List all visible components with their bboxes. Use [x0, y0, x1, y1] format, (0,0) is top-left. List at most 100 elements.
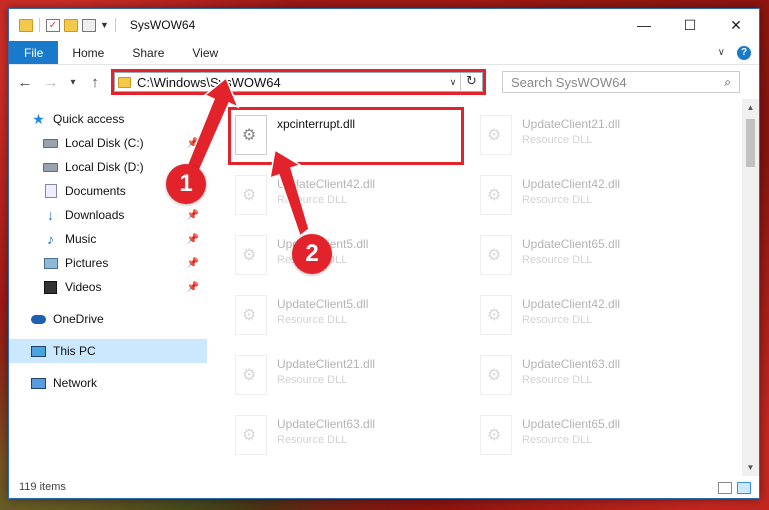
view-switcher: [718, 482, 751, 494]
dll-file-icon: ⚙: [235, 415, 267, 455]
tab-home[interactable]: Home: [58, 41, 118, 64]
back-arrow-icon[interactable]: ←: [15, 74, 35, 91]
quick-access-toolbar: ✓ ▼: [9, 18, 118, 32]
sidebar-item-music[interactable]: ♪ Music 📌: [9, 227, 207, 251]
file-type: Resource DLL: [522, 254, 593, 266]
file-name: UpdateClient5.dll: [277, 297, 369, 311]
close-button[interactable]: ✕: [713, 9, 759, 41]
folder-icon: [19, 18, 33, 32]
pin-icon[interactable]: 📌: [187, 258, 199, 269]
file-name: UpdateClient21.dll: [277, 357, 376, 371]
dll-file-icon: ⚙: [235, 175, 267, 215]
onedrive-icon: [31, 312, 46, 326]
toolbar-divider: [114, 18, 116, 32]
file-type: Resource DLL: [522, 434, 593, 446]
tab-share[interactable]: Share: [118, 41, 178, 64]
sidebar-item-network[interactable]: Network: [9, 371, 207, 395]
drive-icon: [43, 136, 58, 150]
forward-arrow-icon[interactable]: →: [41, 74, 61, 91]
file-type: Resource DLL: [277, 434, 348, 446]
customize-toolbar-icon[interactable]: ▼: [100, 20, 109, 30]
dll-file-icon: ⚙: [480, 235, 512, 275]
this-pc-icon: [31, 344, 46, 358]
file-type: Resource DLL: [522, 194, 593, 206]
sidebar-item-label: This PC: [53, 344, 96, 358]
dll-file-icon: ⚙: [235, 115, 267, 155]
downloads-icon: ↓: [47, 207, 54, 223]
file-item[interactable]: ⚙ UpdateClient42.dll Resource DLL: [231, 167, 476, 227]
properties-icon[interactable]: [82, 18, 96, 32]
file-type: Resource DLL: [277, 194, 348, 206]
callout-step-1: 1: [166, 164, 206, 204]
sidebar-item-quick-access[interactable]: ★ Quick access: [9, 107, 207, 131]
dll-file-icon: ⚙: [480, 295, 512, 335]
tab-view[interactable]: View: [178, 41, 232, 64]
tab-file[interactable]: File: [9, 41, 59, 64]
file-type: Resource DLL: [522, 314, 593, 326]
file-list-pane: ⚙ xpcinterrupt.dll ⚙ UpdateClient21.dll …: [207, 99, 759, 476]
ribbon-tabs: File Home Share View ∨ ?: [9, 41, 759, 65]
file-type: Resource DLL: [522, 134, 593, 146]
main-area: ★ Quick access Local Disk (C:) 📌 Local D…: [9, 99, 759, 476]
file-item[interactable]: ⚙ UpdateClient63.dll Resource DLL: [476, 347, 721, 407]
file-name: UpdateClient63.dll: [522, 357, 621, 371]
dll-file-icon: ⚙: [235, 235, 267, 275]
file-item[interactable]: ⚙ UpdateClient42.dll Resource DLL: [476, 287, 721, 347]
sidebar-item-label: Documents: [65, 184, 126, 198]
file-item[interactable]: ⚙ UpdateClient5.dll Resource DLL: [231, 287, 476, 347]
videos-icon: [43, 280, 58, 294]
sidebar-item-videos[interactable]: Videos 📌: [9, 275, 207, 299]
file-type: Resource DLL: [277, 374, 348, 386]
file-grid: ⚙ xpcinterrupt.dll ⚙ UpdateClient21.dll …: [231, 107, 721, 467]
details-view-icon[interactable]: [718, 482, 732, 494]
vertical-scrollbar[interactable]: ▲ ▼: [742, 99, 759, 476]
up-arrow-icon[interactable]: ↑: [85, 74, 105, 91]
file-item[interactable]: ⚙ UpdateClient65.dll Resource DLL: [476, 227, 721, 287]
address-bar-container: C:\Windows\SysWOW64 ∨ ↻: [111, 69, 486, 95]
star-icon: ★: [32, 110, 45, 127]
file-item[interactable]: ⚙ UpdateClient63.dll Resource DLL: [231, 407, 476, 467]
sidebar-item-label: Local Disk (D:): [65, 160, 144, 174]
sidebar-item-onedrive[interactable]: OneDrive: [9, 307, 207, 331]
documents-icon: [43, 184, 58, 198]
file-item-xpcinterrupt[interactable]: ⚙ xpcinterrupt.dll: [231, 107, 476, 167]
file-name: UpdateClient42.dll: [522, 177, 621, 191]
drive-icon: [43, 160, 58, 174]
dll-file-icon: ⚙: [480, 175, 512, 215]
pin-icon[interactable]: 📌: [187, 234, 199, 245]
chevron-down-icon[interactable]: ∨: [718, 47, 725, 58]
recent-locations-icon[interactable]: ▾: [67, 77, 79, 88]
properties-check-icon[interactable]: ✓: [46, 18, 60, 32]
file-item[interactable]: ⚙ UpdateClient42.dll Resource DLL: [476, 167, 721, 227]
file-item[interactable]: ⚙ UpdateClient5.dll Resource DLL: [231, 227, 476, 287]
help-icon[interactable]: ?: [737, 45, 751, 60]
file-name: UpdateClient65.dll: [522, 417, 621, 431]
sidebar-item-local-disk-c[interactable]: Local Disk (C:) 📌: [9, 131, 207, 155]
status-bar: 119 items: [9, 476, 759, 498]
sidebar-item-downloads[interactable]: ↓ Downloads 📌: [9, 203, 207, 227]
pin-icon[interactable]: 📌: [187, 282, 199, 293]
file-name: UpdateClient42.dll: [277, 177, 376, 191]
file-item[interactable]: ⚙ UpdateClient65.dll Resource DLL: [476, 407, 721, 467]
pin-icon[interactable]: 📌: [187, 210, 199, 221]
toolbar-divider: [39, 18, 40, 32]
sidebar-item-pictures[interactable]: Pictures 📌: [9, 251, 207, 275]
maximize-button[interactable]: ☐: [667, 9, 713, 41]
minimize-button[interactable]: —: [621, 9, 667, 41]
file-item[interactable]: ⚙ UpdateClient21.dll Resource DLL: [231, 347, 476, 407]
scrollbar-thumb[interactable]: [746, 119, 755, 167]
search-input[interactable]: Search SysWOW64 ⌕: [502, 71, 740, 93]
sidebar-item-this-pc[interactable]: This PC: [9, 339, 207, 363]
scroll-up-icon[interactable]: ▲: [742, 99, 759, 116]
title-bar: ✓ ▼ SysWOW64 — ☐ ✕: [9, 9, 759, 41]
pin-icon[interactable]: 📌: [187, 138, 199, 149]
callout-step-2: 2: [292, 234, 332, 274]
file-item[interactable]: ⚙ UpdateClient21.dll Resource DLL: [476, 107, 721, 167]
search-icon[interactable]: ⌕: [724, 75, 731, 90]
new-folder-icon[interactable]: [64, 18, 78, 32]
dll-file-icon: ⚙: [235, 295, 267, 335]
scroll-down-icon[interactable]: ▼: [742, 459, 759, 476]
file-type: Resource DLL: [277, 314, 348, 326]
large-icons-view-icon[interactable]: [737, 482, 751, 494]
music-icon: ♪: [47, 231, 54, 247]
